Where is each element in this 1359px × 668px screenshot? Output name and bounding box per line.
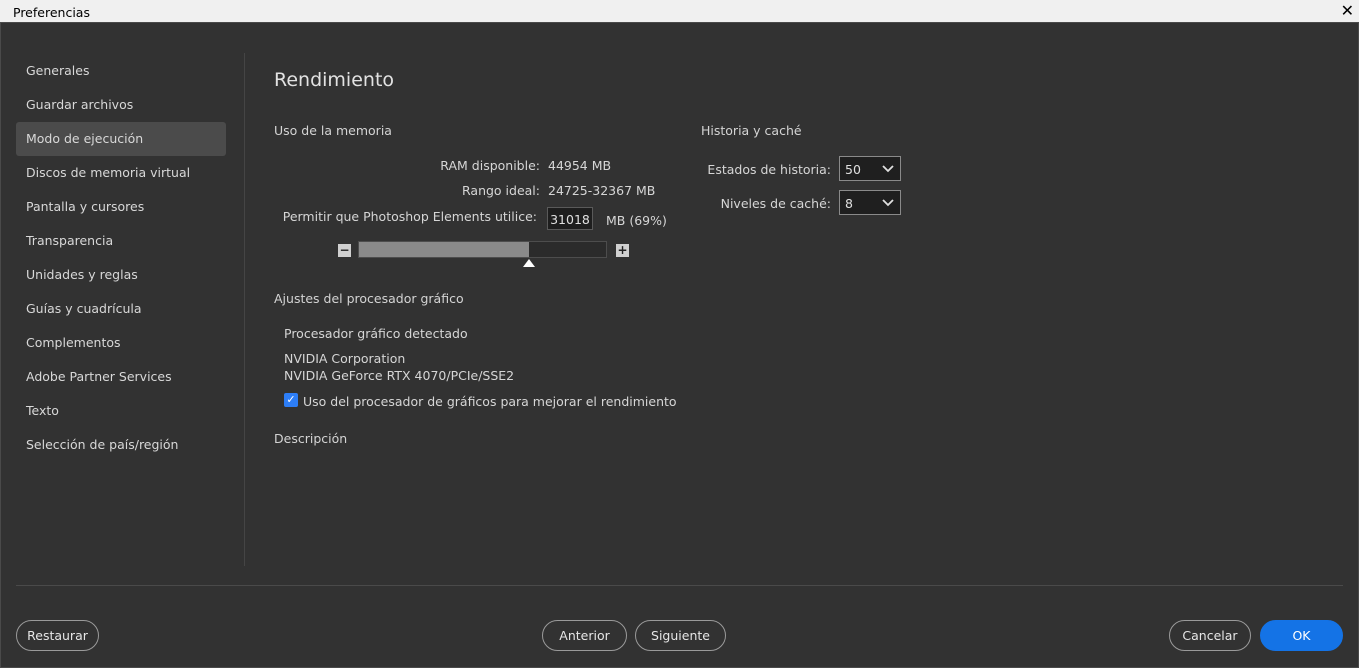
memory-allow-unit: MB (69%) (606, 213, 667, 228)
sidebar-item-modo-de-ejecucion[interactable]: Modo de ejecución (16, 122, 226, 156)
next-button[interactable]: Siguiente (635, 620, 726, 651)
gpu-model: NVIDIA GeForce RTX 4070/PCIe/SSE2 (284, 368, 515, 383)
ideal-range-value: 24725-32367 MB (548, 183, 656, 198)
memory-allow-input[interactable]: 31018 (547, 207, 593, 230)
history-states-select[interactable]: 50 (839, 156, 901, 181)
sidebar-item-seleccion-pais-region[interactable]: Selección de país/región (16, 428, 226, 462)
gpu-detected-label: Procesador gráfico detectado (284, 326, 468, 341)
close-icon[interactable]: ✕ (1341, 1, 1354, 21)
decrease-memory-button[interactable]: − (338, 244, 351, 257)
history-section-title: Historia y caché (701, 123, 802, 138)
ideal-range-label: Rango ideal: (462, 183, 540, 198)
cache-levels-label: Niveles de caché: (720, 196, 831, 211)
sidebar-divider (244, 53, 245, 566)
footer-divider (16, 585, 1343, 586)
sidebar-item-guardar-archivos[interactable]: Guardar archivos (16, 88, 226, 122)
ram-available-value: 44954 MB (548, 158, 612, 173)
sidebar: Generales Guardar archivos Modo de ejecu… (16, 54, 226, 462)
chevron-down-icon (882, 160, 894, 179)
memory-allow-label: Permitir que Photoshop Elements utilice: (282, 209, 537, 224)
sidebar-item-pantalla-cursores[interactable]: Pantalla y cursores (16, 190, 226, 224)
memory-section-title: Uso de la memoria (274, 123, 392, 138)
cache-levels-select[interactable]: 8 (839, 190, 901, 215)
ok-button[interactable]: OK (1260, 620, 1343, 651)
memory-slider-thumb[interactable] (523, 259, 535, 267)
chevron-down-icon (882, 194, 894, 213)
sidebar-item-transparencia[interactable]: Transparencia (16, 224, 226, 258)
sidebar-item-complementos[interactable]: Complementos (16, 326, 226, 360)
gpu-vendor: NVIDIA Corporation (284, 351, 406, 366)
use-gpu-checkbox[interactable]: ✓ (284, 393, 298, 407)
restore-button[interactable]: Restaurar (16, 620, 99, 651)
sidebar-item-discos-memoria-virtual[interactable]: Discos de memoria virtual (16, 156, 226, 190)
title-bar: Preferencias ✕ (0, 0, 1359, 23)
increase-memory-button[interactable]: + (616, 244, 629, 257)
sidebar-item-generales[interactable]: Generales (16, 54, 226, 88)
ram-available-label: RAM disponible: (440, 158, 540, 173)
use-gpu-label: Uso del procesador de gráficos para mejo… (303, 394, 677, 409)
sidebar-item-adobe-partner-services[interactable]: Adobe Partner Services (16, 360, 226, 394)
cache-levels-value: 8 (845, 196, 853, 211)
history-states-label: Estados de historia: (707, 162, 831, 177)
window-title: Preferencias (13, 5, 90, 20)
memory-slider[interactable] (358, 241, 607, 258)
history-states-value: 50 (845, 162, 861, 177)
memory-slider-fill (359, 242, 529, 257)
sidebar-item-guias-cuadricula[interactable]: Guías y cuadrícula (16, 292, 226, 326)
description-title: Descripción (274, 431, 348, 446)
sidebar-item-texto[interactable]: Texto (16, 394, 226, 428)
previous-button[interactable]: Anterior (542, 620, 627, 651)
gpu-section-title: Ajustes del procesador gráfico (274, 291, 464, 306)
sidebar-item-unidades-reglas[interactable]: Unidades y reglas (16, 258, 226, 292)
page-title: Rendimiento (274, 69, 395, 91)
cancel-button[interactable]: Cancelar (1169, 620, 1251, 651)
